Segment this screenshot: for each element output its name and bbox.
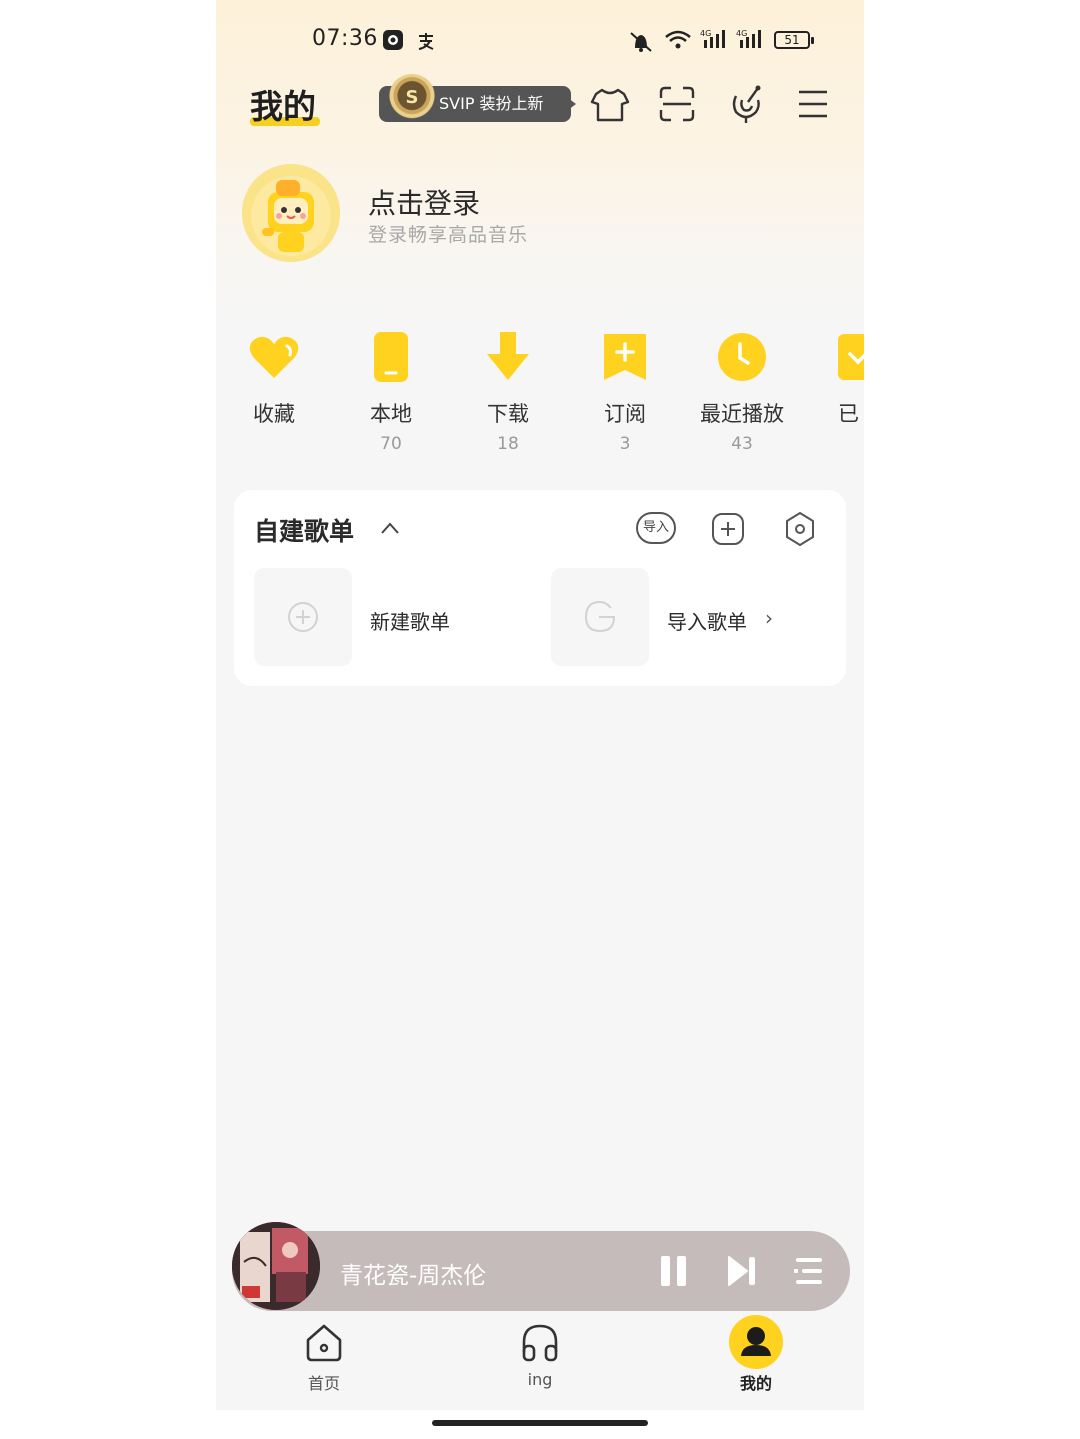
battery-tip [811,37,814,44]
login-title[interactable]: 点击登录 [368,182,480,222]
quick-recent[interactable]: 最近播放 43 [687,330,797,454]
import-playlist-tile[interactable] [551,568,649,666]
quick-download[interactable]: 下载 18 [453,330,563,454]
album-cover-icon [232,1222,320,1310]
quick-purchased[interactable]: 已 [804,330,864,428]
signal-4g-icon-1: 4G [700,29,725,48]
heart-icon [249,336,299,378]
mute-icon [630,32,652,52]
download-icon [487,332,529,380]
quick-recent-label: 最近播放 [700,402,784,426]
profile-person-icon [729,1315,783,1369]
theme-shirt-icon[interactable] [588,82,632,126]
quick-favorites-label: 收藏 [253,402,295,426]
phone-icon [374,332,408,382]
quick-subscribe[interactable]: 订阅 3 [570,330,680,454]
settings-icon[interactable] [780,512,820,546]
recognize-music-icon[interactable] [724,82,768,126]
quick-local-count: 70 [380,434,402,454]
add-playlist-icon[interactable] [707,512,747,546]
import-playlist-label[interactable]: 导入歌单 [667,606,747,635]
avatar[interactable] [242,164,340,262]
wifi-icon [665,30,691,49]
menu-icon[interactable] [791,82,835,126]
playlist-queue-icon[interactable] [792,1254,824,1288]
purchased-check-icon [838,334,864,380]
login-subtitle: 登录畅享高品音乐 [368,224,529,246]
status-bar: 07:36 4G 4G 51 [216,0,864,80]
svip-crown-icon: S [388,74,436,122]
screen: 07:36 4G 4G 51 我的 SVIP 装扮上新 S 点击登录 登录畅享高… [216,0,864,1439]
chevron-up-icon[interactable] [378,518,402,538]
new-playlist-label[interactable]: 新建歌单 [370,606,450,635]
headphones-icon [522,1324,558,1362]
nav-ing-label: ing [527,1370,553,1389]
playlist-card-title[interactable]: 自建歌单 [254,512,354,548]
clock-icon [718,333,766,381]
album-art[interactable] [232,1222,320,1310]
quick-recent-count: 43 [731,434,753,454]
nav-home-label: 首页 [307,1374,340,1393]
home-icon [306,1324,342,1362]
quick-favorites[interactable]: 收藏 [219,330,329,434]
svip-banner-arrow [568,98,576,110]
home-indicator[interactable] [432,1420,648,1426]
battery-indicator: 51 [774,31,810,49]
import-playlist-button[interactable]: 导入 [636,512,676,544]
next-track-icon[interactable] [726,1254,758,1288]
pause-icon[interactable] [658,1254,690,1288]
plus-circle-icon [288,602,318,632]
nav-mine-label: 我的 [739,1374,772,1393]
new-playlist-tile[interactable] [254,568,352,666]
status-time: 07:36 [312,26,378,51]
quick-local[interactable]: 本地 70 [336,330,446,454]
page-title: 我的 [250,87,316,126]
import-circle-icon [584,600,616,633]
subscribe-bookmark-icon [604,334,646,380]
scan-icon[interactable] [655,82,699,126]
nav-ing[interactable]: ing [485,1320,595,1389]
quick-purchased-label: 已 [838,402,859,426]
app-notification-icon [383,30,403,50]
nav-home[interactable]: 首页 [269,1320,379,1394]
alipay-notification-icon [418,33,434,50]
quick-download-count: 18 [497,434,519,454]
now-playing-title[interactable]: 青花瓷-周杰伦 [340,1256,486,1290]
signal-4g-icon-2: 4G [736,29,761,48]
quick-download-label: 下载 [487,402,529,426]
svg-text:4G: 4G [736,29,747,38]
mascot-avatar-icon [242,164,340,262]
quick-subscribe-count: 3 [619,434,631,454]
quick-local-label: 本地 [370,402,412,426]
quick-subscribe-label: 订阅 [604,402,646,426]
nav-mine[interactable]: 我的 [701,1315,811,1394]
svg-text:4G: 4G [700,29,711,38]
chevron-right-icon[interactable]: › [765,606,773,630]
